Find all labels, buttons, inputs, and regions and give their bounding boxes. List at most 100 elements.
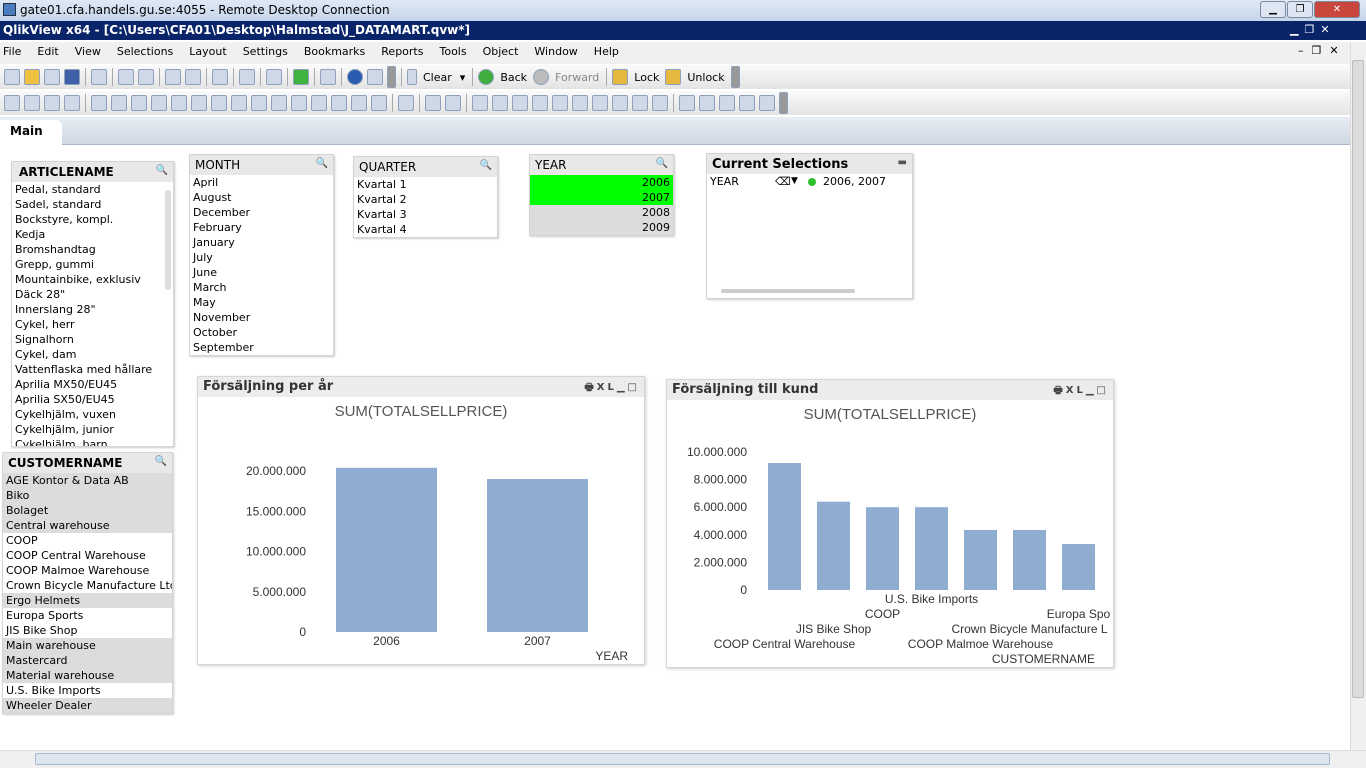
menu-layout[interactable]: Layout xyxy=(189,45,226,64)
list-item[interactable]: October xyxy=(190,325,333,340)
print-icon[interactable] xyxy=(91,69,107,85)
chart-wizard-icon[interactable] xyxy=(398,95,414,111)
list-item[interactable]: February xyxy=(190,220,333,235)
edit-script-icon[interactable] xyxy=(118,69,134,85)
list-item[interactable]: August xyxy=(190,190,333,205)
redo-icon[interactable] xyxy=(185,69,201,85)
design-grid-icon[interactable] xyxy=(679,95,695,111)
align-grid-icon[interactable] xyxy=(445,95,461,111)
horizontal-scrollbar[interactable] xyxy=(721,289,855,293)
list-item[interactable]: Kvartal 3 xyxy=(354,207,497,222)
list-item[interactable]: Mastercard xyxy=(3,653,172,668)
clear-button[interactable]: Clear xyxy=(423,71,452,84)
list-item[interactable]: Cykel, herr xyxy=(12,317,173,332)
bookmark-object-icon[interactable] xyxy=(311,95,327,111)
bar-coop[interactable] xyxy=(866,507,899,590)
edit-icon[interactable] xyxy=(719,95,735,111)
clear-icon[interactable] xyxy=(407,69,417,85)
list-item[interactable]: March xyxy=(190,280,333,295)
chart-icon[interactable] xyxy=(171,95,187,111)
slider-icon[interactable] xyxy=(291,95,307,111)
open-icon[interactable] xyxy=(24,69,40,85)
button-icon[interactable] xyxy=(231,95,247,111)
bookmark-star-icon[interactable] xyxy=(293,69,309,85)
menu-tools[interactable]: Tools xyxy=(439,45,466,64)
prev-sheet-icon[interactable] xyxy=(24,95,40,111)
search-icon[interactable]: 🔍 xyxy=(480,160,492,171)
list-item[interactable]: Aprilia MX50/EU45 xyxy=(12,377,173,392)
current-selections-icon[interactable] xyxy=(211,95,227,111)
list-item[interactable]: Main warehouse xyxy=(3,638,172,653)
list-item[interactable]: January xyxy=(190,235,333,250)
undo-icon[interactable] xyxy=(165,69,181,85)
space-h-icon[interactable] xyxy=(592,95,608,111)
list-item[interactable]: 2009 xyxy=(530,220,673,235)
toolbar-overflow-icon[interactable] xyxy=(730,66,740,88)
search-icon[interactable] xyxy=(212,69,228,85)
back-button[interactable]: Back xyxy=(500,71,527,84)
list-item[interactable]: COOP Central Warehouse xyxy=(3,548,172,563)
bar-jis-bike-shop[interactable] xyxy=(817,501,850,590)
list-item[interactable]: Kvartal 1 xyxy=(354,177,497,192)
search-icon[interactable]: 🔍 xyxy=(156,165,168,176)
align-right-icon[interactable] xyxy=(512,95,528,111)
format-painter-icon[interactable] xyxy=(425,95,441,111)
list-item[interactable]: December xyxy=(190,205,333,220)
list-item[interactable]: Sadel, standard xyxy=(12,197,173,212)
multi-box-icon[interactable] xyxy=(151,95,167,111)
space-v-icon[interactable] xyxy=(612,95,628,111)
list-item[interactable]: Däck 28" xyxy=(12,287,173,302)
list-item[interactable]: Signalhorn xyxy=(12,332,173,347)
statistics-box-icon[interactable] xyxy=(111,95,127,111)
bar-crown-bicycle-manufacture-l[interactable] xyxy=(1013,529,1046,590)
list-item[interactable]: JIS Bike Shop xyxy=(3,623,172,638)
scrollbar[interactable] xyxy=(165,190,171,290)
reload-icon[interactable] xyxy=(44,69,60,85)
menu-window[interactable]: Window xyxy=(534,45,577,64)
properties-icon[interactable] xyxy=(699,95,715,111)
menu-settings[interactable]: Settings xyxy=(243,45,288,64)
list-item[interactable]: September xyxy=(190,340,333,355)
list-item[interactable]: July xyxy=(190,250,333,265)
app-window-controls[interactable]: ▁❐✕ xyxy=(1290,23,1336,36)
list-item[interactable]: Grepp, gummi xyxy=(12,257,173,272)
new-icon[interactable] xyxy=(4,69,20,85)
mdi-controls[interactable]: –❐✕ xyxy=(1298,44,1347,57)
align-center-h-icon[interactable] xyxy=(492,95,508,111)
list-item[interactable]: Bromshandtag xyxy=(12,242,173,257)
list-item[interactable]: Cykelhjälm, vuxen xyxy=(12,407,173,422)
minimize-icon[interactable]: ▬ xyxy=(898,157,907,168)
list-item[interactable]: 2007 xyxy=(530,190,673,205)
list-item[interactable]: Innerslang 28" xyxy=(12,302,173,317)
sheet-properties-icon[interactable] xyxy=(64,95,80,111)
back-icon[interactable] xyxy=(478,69,495,85)
bar-coop-malmoe-warehouse[interactable] xyxy=(964,529,997,590)
next-sheet-icon[interactable] xyxy=(44,95,60,111)
bar-2006[interactable] xyxy=(336,467,437,632)
list-item[interactable]: 2006 xyxy=(530,175,673,190)
custom-object-icon[interactable] xyxy=(371,95,387,111)
checkbox-icon[interactable] xyxy=(239,69,255,85)
list-item[interactable]: Kvartal 4 xyxy=(354,222,497,237)
help-icon[interactable] xyxy=(347,69,363,85)
clear-dropdown-icon[interactable]: ▾ xyxy=(460,71,466,84)
menu-view[interactable]: View xyxy=(75,45,101,64)
list-item[interactable]: 2008 xyxy=(530,205,673,220)
bar-u-s-bike-imports[interactable] xyxy=(915,507,948,590)
list-item[interactable]: Central warehouse xyxy=(3,518,172,533)
list-item[interactable]: COOP xyxy=(3,533,172,548)
search-icon[interactable]: 🔍 xyxy=(656,158,668,169)
list-item[interactable]: Ergo Helmets xyxy=(3,593,172,608)
new-sheet-icon[interactable] xyxy=(4,95,20,111)
forward-button[interactable]: Forward xyxy=(555,71,599,84)
tab-main[interactable]: Main xyxy=(0,120,62,145)
layout-icon[interactable] xyxy=(739,95,755,111)
list-item[interactable]: Biko xyxy=(3,488,172,503)
listbox-icon[interactable] xyxy=(91,95,107,111)
list-item[interactable]: AGE Kontor & Data AB xyxy=(3,473,172,488)
menu-reports[interactable]: Reports xyxy=(381,45,423,64)
list-item[interactable]: Pedal, standard xyxy=(12,182,173,197)
input-box-icon[interactable] xyxy=(191,95,207,111)
context-help-icon[interactable] xyxy=(367,69,383,85)
close-button[interactable]: ✕ xyxy=(1314,1,1360,18)
